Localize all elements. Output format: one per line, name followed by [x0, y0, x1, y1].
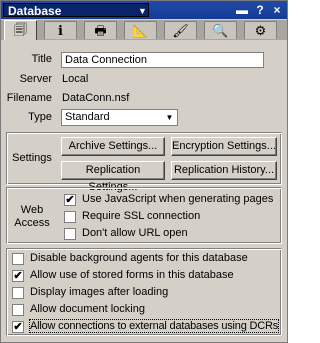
tab-strip: 🗐 i 🖶 📐 🖌 🔍 ⚙	[1, 20, 287, 40]
tab-info[interactable]: i	[44, 21, 77, 39]
require-ssl-label: Require SSL connection	[82, 210, 201, 222]
database-properties-window: Database ▼ ▬ ? × 🗐 i 🖶 📐 🖌 🔍 ⚙ Title Dat…	[0, 0, 288, 343]
tab-full-text[interactable]: 🔍	[204, 21, 237, 39]
no-url-open-checkbox[interactable]	[64, 228, 76, 240]
disable-agents-checkbox[interactable]	[12, 253, 24, 265]
encryption-settings-button[interactable]: Encryption Settings...	[171, 137, 277, 156]
type-label: Type	[28, 111, 52, 123]
stored-forms-label: Allow use of stored forms in this databa…	[30, 269, 234, 281]
external-databases-label: Allow connections to external databases …	[28, 319, 280, 333]
use-javascript-label: Use JavaScript when generating pages	[82, 193, 274, 205]
search-icon: 🔍	[212, 23, 229, 38]
title-input[interactable]: Data Connection	[61, 52, 264, 68]
type-selected-value: Standard	[65, 111, 110, 123]
title-label: Title	[31, 53, 52, 65]
chevron-down-icon: ▼	[138, 6, 147, 16]
display-images-label: Display images after loading	[30, 286, 169, 298]
type-select[interactable]: Standard ▼	[61, 109, 178, 126]
web-access-label: Web Access	[9, 204, 55, 230]
tab-advanced[interactable]: ⚙	[244, 21, 277, 39]
pin-button[interactable]: ▬	[235, 3, 249, 17]
web-access-label-line1: Web	[20, 204, 44, 216]
disable-agents-label: Disable background agents for this datab…	[30, 252, 248, 264]
tab-printing[interactable]: 🖶	[84, 21, 117, 39]
server-value: Local	[62, 73, 89, 85]
advanced-icon: ⚙	[254, 23, 267, 38]
web-access-label-line2: Access	[14, 217, 50, 229]
filename-value: DataConn.nsf	[62, 92, 130, 104]
use-javascript-checkbox[interactable]: ✔	[64, 194, 76, 206]
no-url-open-label: Don't allow URL open	[82, 227, 188, 239]
require-ssl-checkbox[interactable]	[64, 211, 76, 223]
close-button[interactable]: ×	[270, 3, 284, 17]
stored-forms-checkbox[interactable]: ✔	[12, 270, 24, 282]
external-databases-checkbox[interactable]: ✔	[12, 321, 24, 333]
help-button[interactable]: ?	[253, 3, 267, 17]
document-locking-label: Allow document locking	[30, 303, 145, 315]
basics-icon: 🗐	[14, 22, 27, 37]
document-locking-checkbox[interactable]	[12, 304, 24, 316]
tab-design[interactable]: 📐	[124, 21, 157, 39]
properties-type-dropdown[interactable]: Database ▼	[3, 3, 149, 18]
settings-label: Settings	[12, 152, 52, 164]
title-bar: Database ▼ ▬ ? ×	[1, 1, 287, 19]
tab-basics[interactable]: 🗐	[4, 20, 37, 40]
properties-type-label: Database	[8, 4, 62, 18]
tab-launch[interactable]: 🖌	[164, 21, 197, 39]
display-images-checkbox[interactable]	[12, 287, 24, 299]
replication-history-button[interactable]: Replication History...	[171, 161, 277, 180]
replication-settings-button[interactable]: Replication Settings...	[61, 161, 165, 193]
archive-settings-button[interactable]: Archive Settings...	[61, 137, 165, 156]
design-icon: 📐	[132, 23, 149, 38]
filename-label: Filename	[6, 92, 52, 104]
chevron-down-icon: ▼	[165, 113, 174, 122]
printer-icon: 🖶	[94, 23, 107, 38]
info-icon: i	[58, 24, 63, 39]
server-label: Server	[19, 73, 52, 85]
launch-icon: 🖌	[172, 23, 189, 38]
